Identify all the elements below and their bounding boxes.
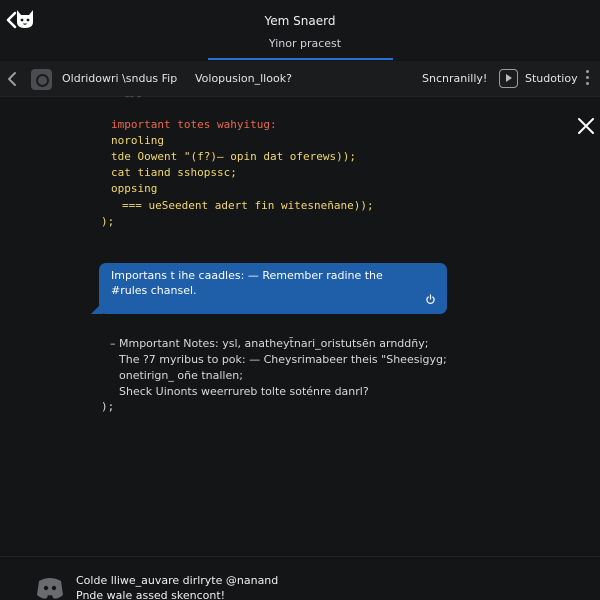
channel-icon[interactable]	[31, 69, 52, 90]
notes-line: Sheck Uinonts weerrureb tolte soténre da…	[119, 385, 369, 398]
notes-line: The ?7 myribus to pok: — Cheysrimabeer t…	[119, 353, 447, 366]
navigation-bar: Oldridowri \sndus Fip Volopusion_llook? …	[0, 61, 600, 97]
message-bubble[interactable]: Importans t ihe caadles: — Remember radi…	[99, 263, 447, 314]
code-line: cat tiand sshopssc;	[111, 166, 237, 179]
chevron-left-icon[interactable]	[7, 71, 17, 87]
message-text: Importans t ihe caadles: — Remember radi…	[111, 268, 383, 298]
nav-item-channel[interactable]: Oldridowri \sndus Fip	[62, 72, 177, 85]
active-tab-indicator	[208, 58, 393, 60]
nav-item-volopusion[interactable]: Volopusion_llook?	[195, 72, 292, 85]
code-line: tde Oowent "(f?)— opin dat oferews));	[111, 150, 357, 163]
play-icon[interactable]	[499, 69, 518, 88]
discord-avatar-icon[interactable]	[35, 573, 65, 600]
code-line-heading: important totes wahyitug:	[111, 118, 277, 131]
code-line-closer: );	[101, 215, 115, 228]
code-line: === ueSeedent adert fin witesneñane));	[122, 199, 374, 212]
power-icon[interactable]	[425, 294, 436, 305]
code-stub: –– –	[125, 92, 142, 102]
nav-item-sncnranilly[interactable]: Sncnranilly!	[422, 72, 487, 85]
footer-bar: Colde lliwe_auvare dirlryte @nanand Pnde…	[0, 556, 600, 600]
page-subtitle: Yinor pracest	[268, 37, 342, 50]
code-line: noroling	[111, 134, 164, 147]
notes-line: – Mmportant Notes: ysl, anatheyt̃nari_or…	[110, 337, 429, 350]
page-title: Yem Snaerd	[264, 14, 336, 28]
top-bar: Yem Snaerd Yinor pracest	[0, 0, 600, 60]
notes-closer: );	[101, 400, 115, 413]
code-line: oppsing	[111, 182, 158, 195]
more-vertical-icon[interactable]	[586, 70, 590, 88]
footer-message: Pnde wale assed skencont!	[76, 589, 226, 600]
notes-line: onetirign_ oñe tnallen;	[119, 369, 243, 382]
footer-message: Colde lliwe_auvare dirlryte @nanand	[76, 574, 279, 587]
nav-item-studotioy[interactable]: Studotioy	[525, 72, 578, 85]
message-line: #rules chansel.	[111, 284, 197, 297]
close-icon[interactable]	[576, 116, 596, 136]
message-line: Importans t ihe caadles: — Remember radi…	[111, 269, 383, 282]
